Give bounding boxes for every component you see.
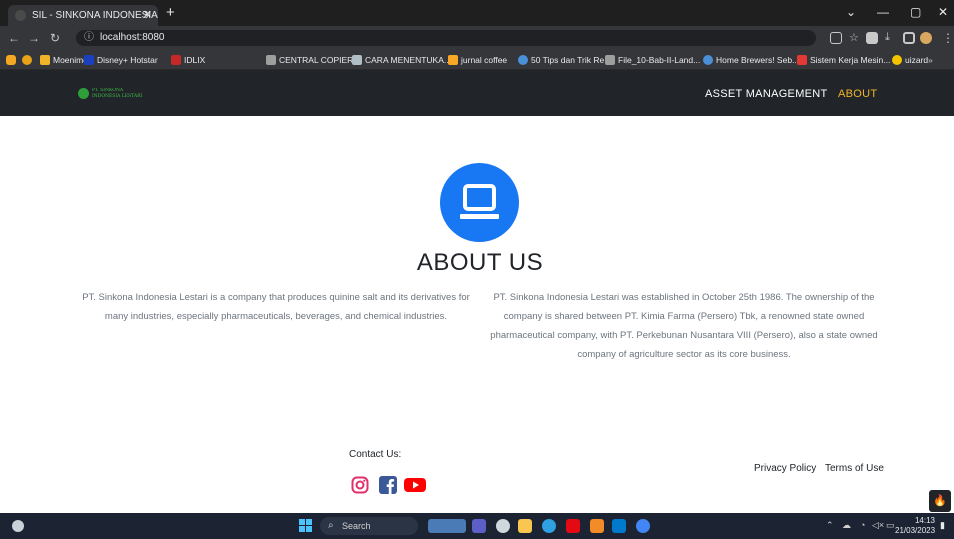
search-icon: ⌕ (328, 520, 334, 531)
address-text: localhost:8080 (100, 32, 165, 43)
tab-close-icon[interactable]: ✕ (143, 5, 152, 26)
share-icon[interactable] (830, 32, 842, 44)
taskbar-clock[interactable]: 14:13 21/03/2023 (895, 516, 935, 536)
fire-icon[interactable]: 🔥 (929, 490, 951, 512)
bookmark-item[interactable]: CENTRAL COPIER (266, 50, 353, 70)
clock-time: 14:13 (914, 516, 935, 525)
widgets-icon[interactable] (428, 519, 466, 533)
volume-icon[interactable]: ◁× (872, 520, 884, 531)
xampp-icon[interactable] (590, 519, 604, 533)
weather-icon[interactable] (12, 520, 24, 532)
bookmark-icon (352, 55, 362, 65)
bookmark-icon (797, 55, 807, 65)
about-paragraph-left: PT. Sinkona Indonesia Lestari is a compa… (82, 292, 470, 322)
clock-date: 21/03/2023 (895, 526, 936, 535)
site-logo[interactable]: PT. SINKONA INDONESIA LESTARI (78, 88, 146, 100)
bookmark-icon (518, 55, 528, 65)
nav-asset-management[interactable]: ASSET MANAGEMENT (705, 88, 828, 100)
close-window-button[interactable]: ✕ (938, 5, 948, 19)
tray-overflow-icon[interactable]: ⌃ (826, 520, 834, 531)
maximize-button[interactable]: ▢ (910, 5, 921, 19)
privacy-policy-link[interactable]: Privacy Policy (754, 463, 816, 474)
youtube-icon[interactable] (404, 476, 426, 494)
back-arrow-icon[interactable]: ← (8, 31, 20, 45)
tab-favicon-icon (15, 10, 26, 21)
facebook-icon[interactable] (379, 476, 397, 494)
edge-icon[interactable] (542, 519, 556, 533)
minimize-button[interactable]: — (877, 5, 889, 19)
apps-icon[interactable] (6, 55, 16, 65)
tab-title: SIL - SINKONA INDONESIA LESTA (32, 10, 158, 21)
bookmark-icon (605, 55, 615, 65)
bookmark-item[interactable]: Home Brewers! Seb... (703, 50, 799, 70)
contact-label: Contact Us: (349, 449, 402, 460)
about-title: ABOUT US (416, 249, 544, 276)
settings-icon[interactable] (496, 519, 510, 533)
browser-tab-bar: SIL - SINKONA INDONESIA LESTA ✕ + ⌄ — ▢ … (0, 0, 954, 26)
new-tab-button[interactable]: + (166, 5, 175, 21)
teams-icon[interactable] (472, 519, 486, 533)
browser-tab[interactable]: SIL - SINKONA INDONESIA LESTA ✕ (8, 5, 158, 26)
more-bookmarks-icon[interactable]: » (928, 50, 933, 70)
bookmark-icon (266, 55, 276, 65)
nav-about[interactable]: ABOUT (838, 88, 877, 100)
onedrive-icon[interactable]: ☁ (842, 520, 851, 531)
windows-taskbar: ⌕ Search ⌃ ☁ ◔ ◁× ▭ 14:13 21/03/2023 ▮ (0, 513, 954, 539)
browser-toolbar: ← → ↻ ⓘ localhost:8080 ☆ ⤓ ⋮ (0, 26, 954, 50)
taskbar-search[interactable]: ⌕ Search (320, 517, 418, 535)
bookmark-icon (171, 55, 181, 65)
logo-text: PT. SINKONA INDONESIA LESTARI (92, 88, 143, 99)
browser-menu-icon[interactable]: ⋮ (942, 31, 954, 45)
notification-icon[interactable]: ▮ (940, 520, 945, 531)
netflix-icon[interactable] (566, 519, 580, 533)
bookmark-item[interactable]: uizard (892, 50, 928, 70)
bookmark-item[interactable]: File_10-Bab-II-Land... (605, 50, 700, 70)
forward-arrow-icon[interactable]: → (28, 31, 40, 45)
instagram-icon[interactable] (351, 476, 369, 494)
bookmark-item[interactable]: jurnal coffee (448, 50, 507, 70)
tab-search-icon[interactable]: ⌄ (846, 5, 856, 19)
about-paragraph-right: PT. Sinkona Indonesia Lestari was establ… (490, 292, 878, 360)
bookmark-item[interactable]: IDLIX (171, 50, 205, 70)
profile-avatar-icon[interactable] (920, 32, 932, 44)
bookmark-star-icon[interactable]: ☆ (849, 31, 859, 44)
extension-pin-icon[interactable] (866, 32, 878, 44)
download-icon[interactable]: ⤓ (885, 31, 890, 44)
laptop-icon (440, 163, 519, 242)
chrome-icon[interactable] (636, 519, 650, 533)
bookmark-icon (40, 55, 50, 65)
bookmark-icon (892, 55, 902, 65)
file-explorer-icon[interactable] (518, 519, 532, 533)
bookmark-icon[interactable] (22, 55, 32, 65)
vscode-icon[interactable] (612, 519, 626, 533)
bookmark-item[interactable]: Disney+ Hotstar (84, 50, 158, 70)
taskbar-search-label: Search (342, 521, 371, 531)
bookmark-item[interactable]: 50 Tips dan Trik Re... (518, 50, 611, 70)
bookmark-item[interactable]: Sistem Kerja Mesin... (797, 50, 890, 70)
side-panel-icon[interactable] (903, 32, 915, 44)
bookmark-item[interactable]: Moenime (40, 50, 88, 70)
terms-of-use-link[interactable]: Terms of Use (825, 463, 884, 474)
wifi-icon[interactable]: ◔ (860, 520, 865, 530)
bookmark-icon (448, 55, 458, 65)
bookmark-icon (703, 55, 713, 65)
address-bar[interactable]: ⓘ localhost:8080 (76, 30, 816, 46)
reload-icon[interactable]: ↻ (50, 31, 60, 45)
windows-start-icon[interactable] (299, 519, 313, 533)
site-info-icon[interactable]: ⓘ (84, 30, 94, 46)
battery-icon[interactable]: ▭ (886, 520, 895, 531)
bookmarks-bar: Moenime Disney+ Hotstar IDLIX CENTRAL CO… (0, 50, 954, 70)
bookmark-icon (84, 55, 94, 65)
logo-icon (78, 88, 89, 99)
bookmark-item[interactable]: CARA MENENTUKA... (352, 50, 451, 70)
